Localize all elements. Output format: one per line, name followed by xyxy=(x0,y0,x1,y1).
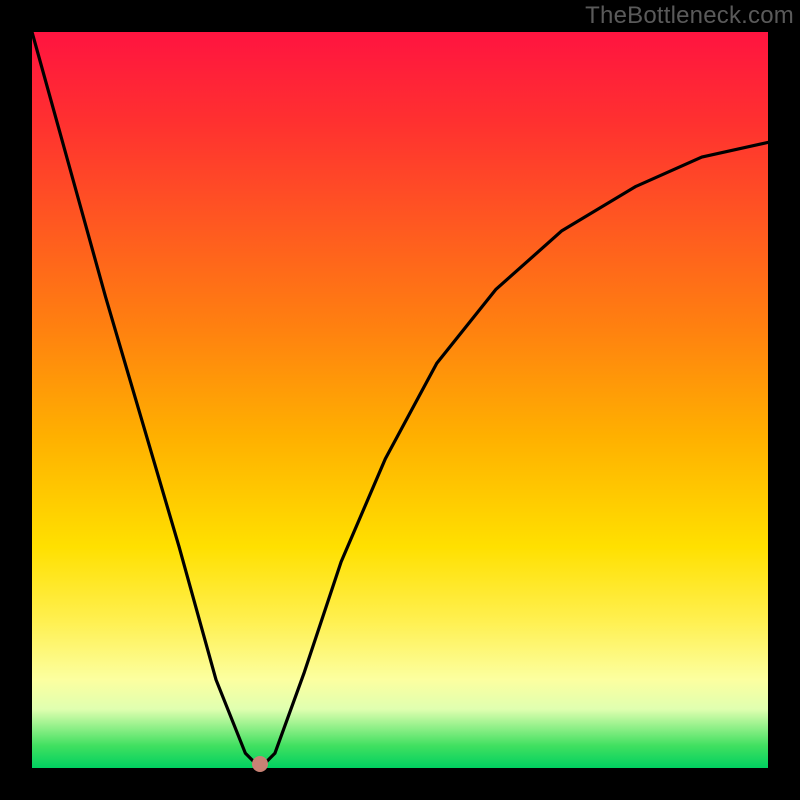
plot-area xyxy=(32,32,768,768)
chart-frame: TheBottleneck.com xyxy=(0,0,800,800)
min-marker xyxy=(252,756,268,772)
bottleneck-curve xyxy=(32,32,768,768)
curve-path xyxy=(32,32,768,768)
watermark-text: TheBottleneck.com xyxy=(585,2,794,30)
